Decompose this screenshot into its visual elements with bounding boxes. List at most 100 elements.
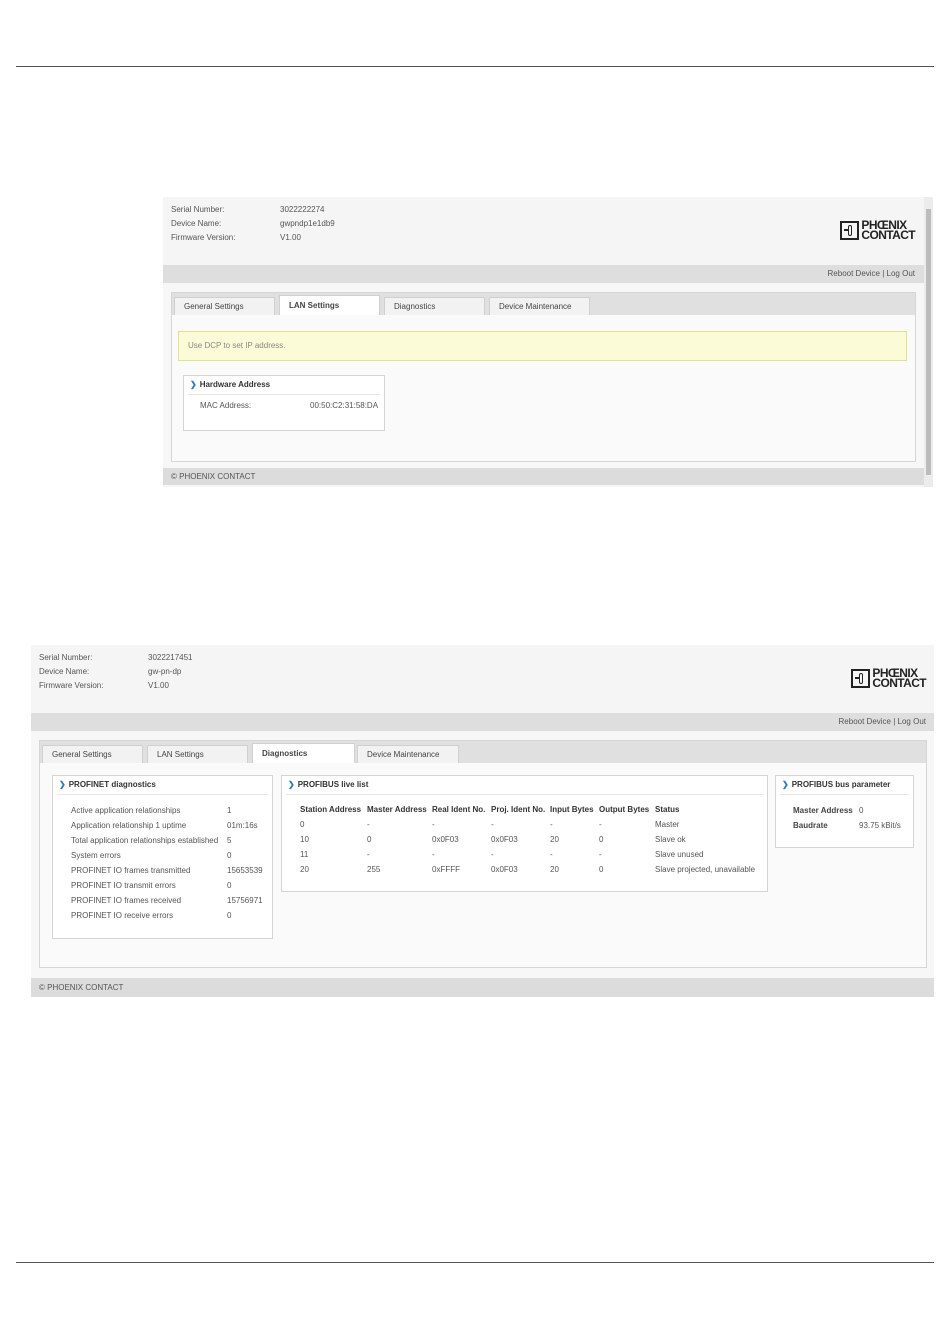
profinet-label: System errors bbox=[71, 851, 121, 860]
profinet-value: 5 bbox=[227, 836, 232, 845]
device-name-label: Device Name: bbox=[39, 667, 90, 676]
profinet-diagnostics-title: PROFINET diagnostics bbox=[68, 780, 156, 789]
chevron-down-icon[interactable]: ❯ bbox=[190, 380, 197, 389]
table-cell: Slave ok bbox=[655, 835, 686, 844]
table-row: 11 - - - - - Slave unused bbox=[300, 847, 765, 862]
profinet-value: 0 bbox=[227, 911, 232, 920]
column-header: Status bbox=[655, 805, 680, 814]
master-address-value: 0 bbox=[859, 806, 864, 815]
card-divider bbox=[780, 794, 909, 795]
device-info: Serial Number: 3022217451 Device Name: gw-… bbox=[39, 651, 193, 693]
table-cell: 0 bbox=[599, 865, 604, 874]
profinet-label: PROFINET IO receive errors bbox=[71, 911, 174, 920]
table-cell: 20 bbox=[550, 865, 559, 874]
table-cell: Master bbox=[655, 820, 680, 829]
profinet-value: 01m:16s bbox=[227, 821, 258, 830]
table-cell: 20 bbox=[550, 835, 559, 844]
tab-lan-settings[interactable]: LAN Settings bbox=[279, 295, 380, 315]
device-name-value: gw-pn-dp bbox=[148, 667, 182, 676]
profinet-diagnostics-card: ❯ PROFINET diagnostics Active application… bbox=[52, 775, 273, 939]
tab-diagnostics[interactable]: Diagnostics bbox=[252, 743, 355, 763]
table-cell: - bbox=[432, 850, 435, 859]
profinet-label: Active application relationships bbox=[71, 806, 181, 815]
baudrate-label: Baudrate bbox=[793, 821, 828, 830]
footer: © PHOENIX CONTACT bbox=[31, 978, 934, 997]
tab-diagnostics[interactable]: Diagnostics bbox=[384, 297, 485, 315]
mac-address-value: 00:50:C2:31:58:DA bbox=[310, 401, 379, 410]
profinet-label: PROFINET IO frames transmitted bbox=[71, 866, 191, 875]
device-header: Serial Number: 3022217451 Device Name: gw-… bbox=[31, 645, 934, 713]
table-cell: 255 bbox=[367, 865, 381, 874]
table-cell: 10 bbox=[300, 835, 309, 844]
table-cell: 0x0F03 bbox=[432, 835, 459, 844]
table-cell: 0 bbox=[599, 835, 604, 844]
tab-general-settings[interactable]: General Settings bbox=[174, 297, 275, 315]
device-info: Serial Number: 3022222274 Device Name: gwp… bbox=[171, 203, 335, 245]
dcp-notice: Use DCP to set IP address. bbox=[178, 331, 907, 361]
firmware-value: V1.00 bbox=[148, 681, 169, 690]
serial-value: 3022217451 bbox=[148, 653, 193, 662]
logo-line2: CONTACT bbox=[872, 676, 926, 690]
column-header: Output Bytes bbox=[599, 805, 650, 814]
table-cell: 0 bbox=[300, 820, 305, 829]
tab-device-maintenance[interactable]: Device Maintenance bbox=[489, 297, 590, 315]
profinet-value: 1 bbox=[227, 806, 232, 815]
phoenix-contact-logo: PHŒNIX CONTACT bbox=[851, 667, 927, 690]
device-header: Serial Number: 3022222274 Device Name: gwp… bbox=[163, 197, 933, 265]
column-header: Station Address bbox=[300, 805, 362, 814]
column-header: Proj. Ident No. bbox=[491, 805, 546, 814]
reboot-device-link[interactable]: Reboot Device bbox=[839, 717, 891, 726]
profibus-live-list-card: ❯ PROFIBUS live list Station Address Mast… bbox=[281, 775, 768, 892]
content-panel: General Settings LAN Settings Diagnostic… bbox=[171, 292, 916, 462]
tab-lan-settings[interactable]: LAN Settings bbox=[147, 745, 248, 763]
column-header: Real Ident No. bbox=[432, 805, 486, 814]
profinet-label: PROFINET IO transmit errors bbox=[71, 881, 176, 890]
table-cell: 20 bbox=[300, 865, 309, 874]
column-header: Input Bytes bbox=[550, 805, 594, 814]
table-cell: - bbox=[550, 820, 553, 829]
session-links: Reboot Device | Log Out bbox=[828, 269, 915, 278]
chevron-down-icon[interactable]: ❯ bbox=[782, 780, 789, 789]
phoenix-contact-logo: PHŒNIX CONTACT bbox=[840, 219, 916, 242]
table-cell: - bbox=[491, 820, 494, 829]
column-header: Master Address bbox=[367, 805, 427, 814]
chevron-down-icon[interactable]: ❯ bbox=[59, 780, 66, 789]
serial-value: 3022222274 bbox=[280, 205, 325, 214]
reboot-device-link[interactable]: Reboot Device bbox=[828, 269, 880, 278]
scrollbar[interactable] bbox=[924, 197, 933, 487]
table-cell: Slave projected, unavailable bbox=[655, 865, 756, 874]
table-cell: - bbox=[599, 850, 602, 859]
hardware-address-card: ❯ Hardware Address MAC Address: 00:50:C2:… bbox=[183, 375, 385, 431]
content-panel: General Settings LAN Settings Diagnostic… bbox=[39, 740, 927, 968]
logo-line2: CONTACT bbox=[861, 228, 915, 242]
live-list-table: Station Address Master Address Real Iden… bbox=[300, 802, 765, 877]
toolbar: Reboot Device | Log Out bbox=[31, 713, 934, 731]
tab-device-maintenance[interactable]: Device Maintenance bbox=[357, 745, 459, 763]
profibus-bus-parameter-title: PROFIBUS bus parameter bbox=[791, 780, 891, 789]
master-address-label: Master Address bbox=[793, 806, 853, 815]
footer: © PHOENIX CONTACT bbox=[163, 468, 933, 485]
table-cell: - bbox=[367, 820, 370, 829]
table-cell: Slave unused bbox=[655, 850, 704, 859]
table-row: 10 0 0x0F03 0x0F03 20 0 Slave ok bbox=[300, 832, 765, 847]
profinet-value: 0 bbox=[227, 851, 232, 860]
tab-strip: General Settings LAN Settings Diagnostic… bbox=[172, 293, 915, 315]
card-divider bbox=[286, 794, 763, 795]
logout-link[interactable]: Log Out bbox=[887, 269, 915, 278]
firmware-label: Firmware Version: bbox=[39, 681, 104, 690]
chevron-down-icon[interactable]: ❯ bbox=[288, 780, 295, 789]
logout-link[interactable]: Log Out bbox=[898, 717, 926, 726]
tab-general-settings[interactable]: General Settings bbox=[42, 745, 143, 763]
profinet-label: Total application relationships establis… bbox=[71, 836, 219, 845]
mac-address-label: MAC Address: bbox=[200, 401, 252, 410]
tab-strip: General Settings LAN Settings Diagnostic… bbox=[40, 741, 926, 763]
table-cell: 0xFFFF bbox=[432, 865, 460, 874]
hardware-address-title: Hardware Address bbox=[199, 380, 271, 389]
table-cell: 11 bbox=[300, 850, 309, 859]
scrollbar-thumb[interactable] bbox=[926, 209, 931, 475]
firmware-label: Firmware Version: bbox=[171, 233, 236, 242]
logo-mark-icon bbox=[851, 668, 871, 688]
table-cell: - bbox=[550, 850, 553, 859]
table-cell: 0x0F03 bbox=[491, 835, 518, 844]
live-list-header-row: Station Address Master Address Real Iden… bbox=[300, 802, 765, 817]
